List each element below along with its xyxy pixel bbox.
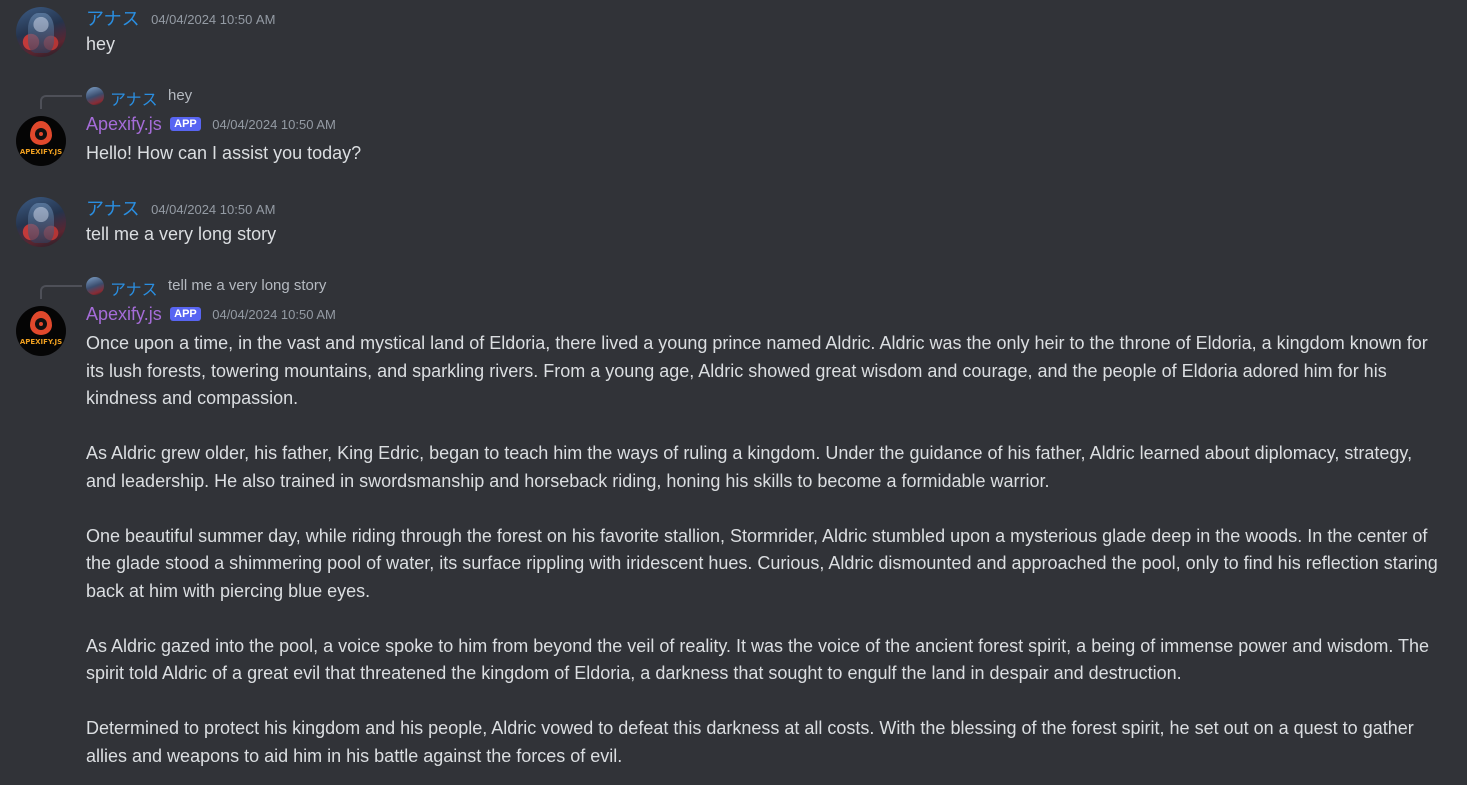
logo-icon bbox=[30, 311, 52, 335]
avatar[interactable]: APEXIFY.JS bbox=[16, 306, 66, 356]
avatar[interactable] bbox=[16, 197, 66, 247]
timestamp: 04/04/2024 10:50 AM bbox=[212, 117, 336, 132]
message-text: hey bbox=[86, 34, 116, 54]
username[interactable]: Apexify.js bbox=[86, 304, 162, 324]
timestamp: 04/04/2024 10:50 AM bbox=[212, 307, 336, 322]
reply-preview-text[interactable]: hey bbox=[168, 87, 192, 104]
app-badge: APP bbox=[170, 117, 201, 131]
message-paragraph: Once upon a time, in the vast and mystic… bbox=[86, 333, 1428, 408]
username[interactable]: アナス bbox=[86, 199, 140, 219]
message-text: Hello! How can I assist you today? bbox=[86, 143, 362, 163]
username[interactable]: Apexify.js bbox=[86, 114, 162, 134]
message-paragraph: As Aldric gazed into the pool, a voice s… bbox=[86, 635, 1430, 684]
message-content: Hello! How can I assist you today? bbox=[86, 140, 1446, 168]
username[interactable]: アナス bbox=[86, 9, 140, 29]
avatar-logo-text: APEXIFY.JS bbox=[19, 338, 63, 346]
app-badge: APP bbox=[170, 307, 201, 321]
message-header: アナス 04/04/2024 10:50 AM bbox=[86, 195, 276, 219]
message-paragraph: One beautiful summer day, while riding t… bbox=[86, 525, 1438, 601]
message-content: Once upon a time, in the vast and mystic… bbox=[86, 330, 1446, 770]
logo-icon bbox=[30, 121, 52, 145]
timestamp: 04/04/2024 10:50 AM bbox=[151, 12, 276, 27]
reply-username[interactable]: アナス bbox=[110, 86, 158, 110]
timestamp: 04/04/2024 10:50 AM bbox=[151, 202, 276, 217]
avatar[interactable]: APEXIFY.JS bbox=[16, 116, 66, 166]
chat-message-list: アナス 04/04/2024 10:50 AM hey アナス hey APEX… bbox=[0, 0, 1467, 785]
message-header: Apexify.js APP 04/04/2024 10:50 AM bbox=[86, 304, 336, 326]
message-paragraph: Determined to protect his kingdom and hi… bbox=[86, 718, 1414, 766]
reply-preview-text[interactable]: tell me a very long story bbox=[168, 277, 326, 294]
reply-username[interactable]: アナス bbox=[110, 276, 158, 300]
message-text: tell me a very long story bbox=[86, 224, 277, 244]
reply-avatar bbox=[86, 87, 104, 105]
message-paragraph: As Aldric grew older, his father, King E… bbox=[86, 443, 1413, 491]
message-content: tell me a very long story bbox=[86, 221, 1446, 249]
avatar-logo-text: APEXIFY.JS bbox=[19, 148, 63, 156]
avatar[interactable] bbox=[16, 7, 66, 57]
reply-connector bbox=[40, 285, 82, 299]
message-header: Apexify.js APP 04/04/2024 10:50 AM bbox=[86, 114, 336, 136]
reply-avatar bbox=[86, 277, 104, 295]
reply-connector bbox=[40, 95, 82, 109]
message-content: hey bbox=[86, 31, 1446, 59]
message-header: アナス 04/04/2024 10:50 AM bbox=[86, 5, 276, 29]
